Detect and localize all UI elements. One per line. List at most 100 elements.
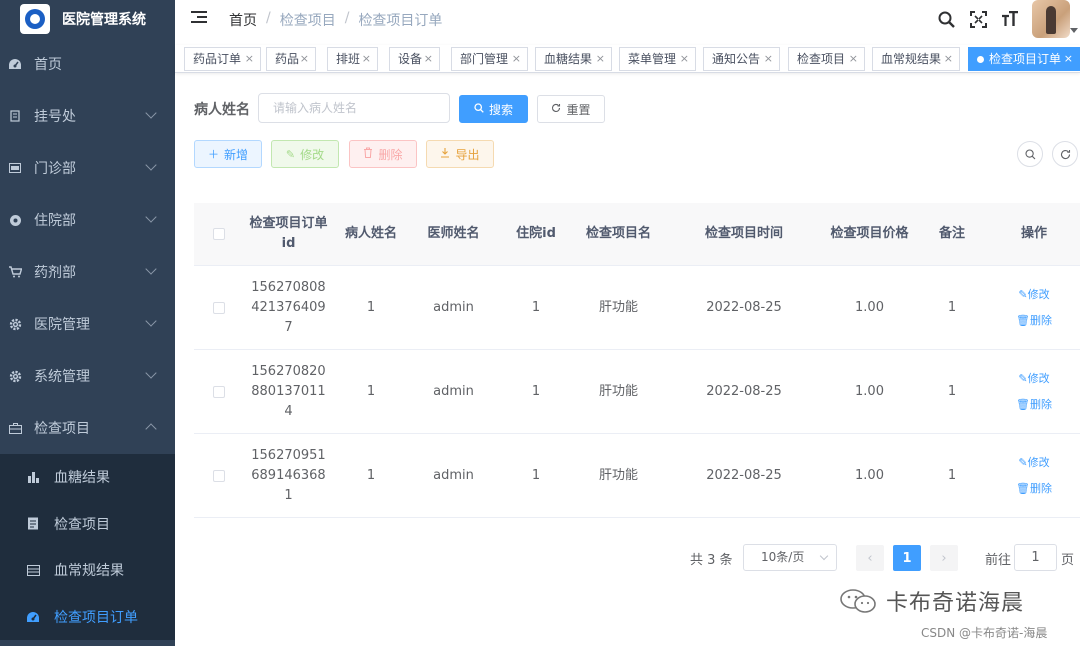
hospital-logo-icon [20,4,50,34]
font-size-icon[interactable] [994,0,1026,38]
select-all-checkbox[interactable] [213,228,225,240]
refresh-table-button[interactable] [1052,141,1078,167]
table-row: 156270820 880137011 4 1 admin 1 肝功能 2022-0… [194,350,1080,434]
sidebar-item-hospital-management[interactable]: 医院管理 [0,298,175,350]
tag-schedule[interactable]: 排班 × [327,47,378,71]
close-icon[interactable]: × [680,48,689,70]
trash-icon: 🗑 [1016,397,1030,411]
document-icon [26,517,40,531]
goto-page-input[interactable] [1014,544,1057,571]
sidebar-item-outpatient[interactable]: 门诊部 [0,142,175,194]
tag-blood-routine[interactable]: 血常规结果 × [872,47,960,71]
tag-blood-sugar[interactable]: 血糖结果 × [535,47,612,71]
chevron-down-icon [145,211,157,223]
row-edit-link[interactable]: ✎修改 [1018,366,1049,392]
breadcrumb-parent: 检查项目 [279,13,336,29]
sidebar-item-home[interactable]: 首页 [0,38,175,90]
tag-label: 排班 [336,52,361,66]
column-header: 医师姓名 [427,226,480,241]
sidebar-subitem-blood-routine[interactable]: 血常规结果 [0,547,175,594]
sidebar-subitem-exam-orders[interactable]: 检查项目订单 [0,594,175,641]
sidebar-item-pharmacy[interactable]: 药剂部 [0,246,175,298]
tag-label: 设备 [398,52,423,66]
toggle-search-button[interactable] [1017,141,1043,167]
clinic-icon [8,161,22,175]
tag-menu-management[interactable]: 菜单管理 × [619,47,696,71]
avatar[interactable] [1032,0,1070,38]
wechat-icon [840,589,876,613]
trash-icon [363,147,373,161]
item-name-cell: 肝功能 [598,383,638,399]
sidebar-subitem-blood-sugar[interactable]: 血糖结果 [0,454,175,501]
register-icon [8,109,22,123]
sidebar-item-label: 门诊部 [34,161,76,177]
row-checkbox[interactable] [213,301,225,314]
tag-exam-orders[interactable]: 检查项目订单 × [968,47,1080,71]
sidebar-item-examination[interactable]: 检查项目 [0,402,175,454]
chevron-up-icon [145,423,157,435]
row-delete-link[interactable]: 🗑删除 [1016,308,1052,334]
tag-notice[interactable]: 通知公告 × [703,47,780,71]
edit-button[interactable]: ✎ 修改 [271,140,339,168]
delete-button[interactable]: 删除 [349,140,417,168]
tag-label: 血糖结果 [544,52,593,66]
add-button[interactable]: ＋ 新增 [194,140,262,168]
hamburger-icon[interactable] [191,11,207,25]
next-page-button[interactable]: › [930,545,958,571]
close-icon[interactable]: × [424,48,433,70]
page-number-button[interactable]: 1 [893,545,921,571]
plus-icon: ＋ [207,148,219,161]
tag-drugs[interactable]: 药品 × [266,47,316,71]
close-icon[interactable]: × [300,48,309,70]
table-header: 检查项目订单id 病人姓名 医师姓名 住院id 检查项目名 检查项目时间 检查项… [194,203,1080,266]
fullscreen-icon[interactable] [962,0,994,38]
tag-equipment[interactable]: 设备 × [389,47,440,71]
patient-name-cell: 1 [366,467,376,483]
edit-button-label: 修改 [300,147,325,162]
close-icon[interactable]: × [245,48,254,70]
sidebar-subitem-exam-items[interactable]: 检查项目 [0,501,175,548]
column-header: 检查项目价格 [830,226,909,241]
sidebar-item-label: 挂号处 [34,109,76,125]
tag-exam-items[interactable]: 检查项目 × [788,47,865,71]
actions-cell: ✎修改 🗑删除 [990,350,1078,433]
watermark: 卡布奇诺海晨 [838,585,1024,617]
row-edit-link[interactable]: ✎修改 [1018,282,1049,308]
page-size-select[interactable]: 10条/页 [743,544,837,571]
row-checkbox[interactable] [213,469,225,482]
row-delete-link[interactable]: 🗑删除 [1016,392,1052,418]
column-header: 检查项目订单id [249,216,328,251]
close-icon[interactable]: × [764,48,773,70]
reset-button-label: 重置 [566,102,591,117]
close-icon[interactable]: × [849,48,858,70]
tag-label: 检查项目订单 [989,52,1062,66]
breadcrumb-home[interactable]: 首页 [229,10,257,30]
sidebar-item-inpatient[interactable]: 住院部 [0,194,175,246]
sidebar-item-registration[interactable]: 挂号处 [0,90,175,142]
close-icon[interactable]: × [1064,48,1073,70]
trash-icon: 🗑 [1016,313,1030,327]
logo[interactable]: 医院管理系统 [0,0,175,38]
search-button[interactable]: 搜索 [459,95,528,123]
briefcase-icon [8,421,22,435]
reset-button[interactable]: 重置 [537,95,605,123]
row-checkbox[interactable] [213,385,225,398]
close-icon[interactable]: × [512,48,521,70]
page-size-value: 10条/页 [761,550,805,564]
close-icon[interactable]: × [944,48,953,70]
close-icon[interactable]: × [596,48,605,70]
patient-name-input[interactable] [258,93,450,123]
search-icon[interactable] [930,0,962,38]
row-delete-link[interactable]: 🗑删除 [1016,476,1052,502]
admission-id-cell: 1 [531,299,541,315]
tag-department-management[interactable]: 部门管理 × [451,47,528,71]
close-icon[interactable]: × [362,48,371,70]
row-edit-link[interactable]: ✎修改 [1018,450,1049,476]
prev-page-button[interactable]: ‹ [856,545,884,571]
tag-drug-orders[interactable]: 药品订单 × [184,47,261,71]
sidebar-item-system-management[interactable]: 系统管理 [0,350,175,402]
tag-label: 通知公告 [712,52,761,66]
caret-down-icon[interactable] [1070,28,1078,33]
trash-icon: 🗑 [1016,481,1030,495]
export-button[interactable]: 导出 [426,140,494,168]
